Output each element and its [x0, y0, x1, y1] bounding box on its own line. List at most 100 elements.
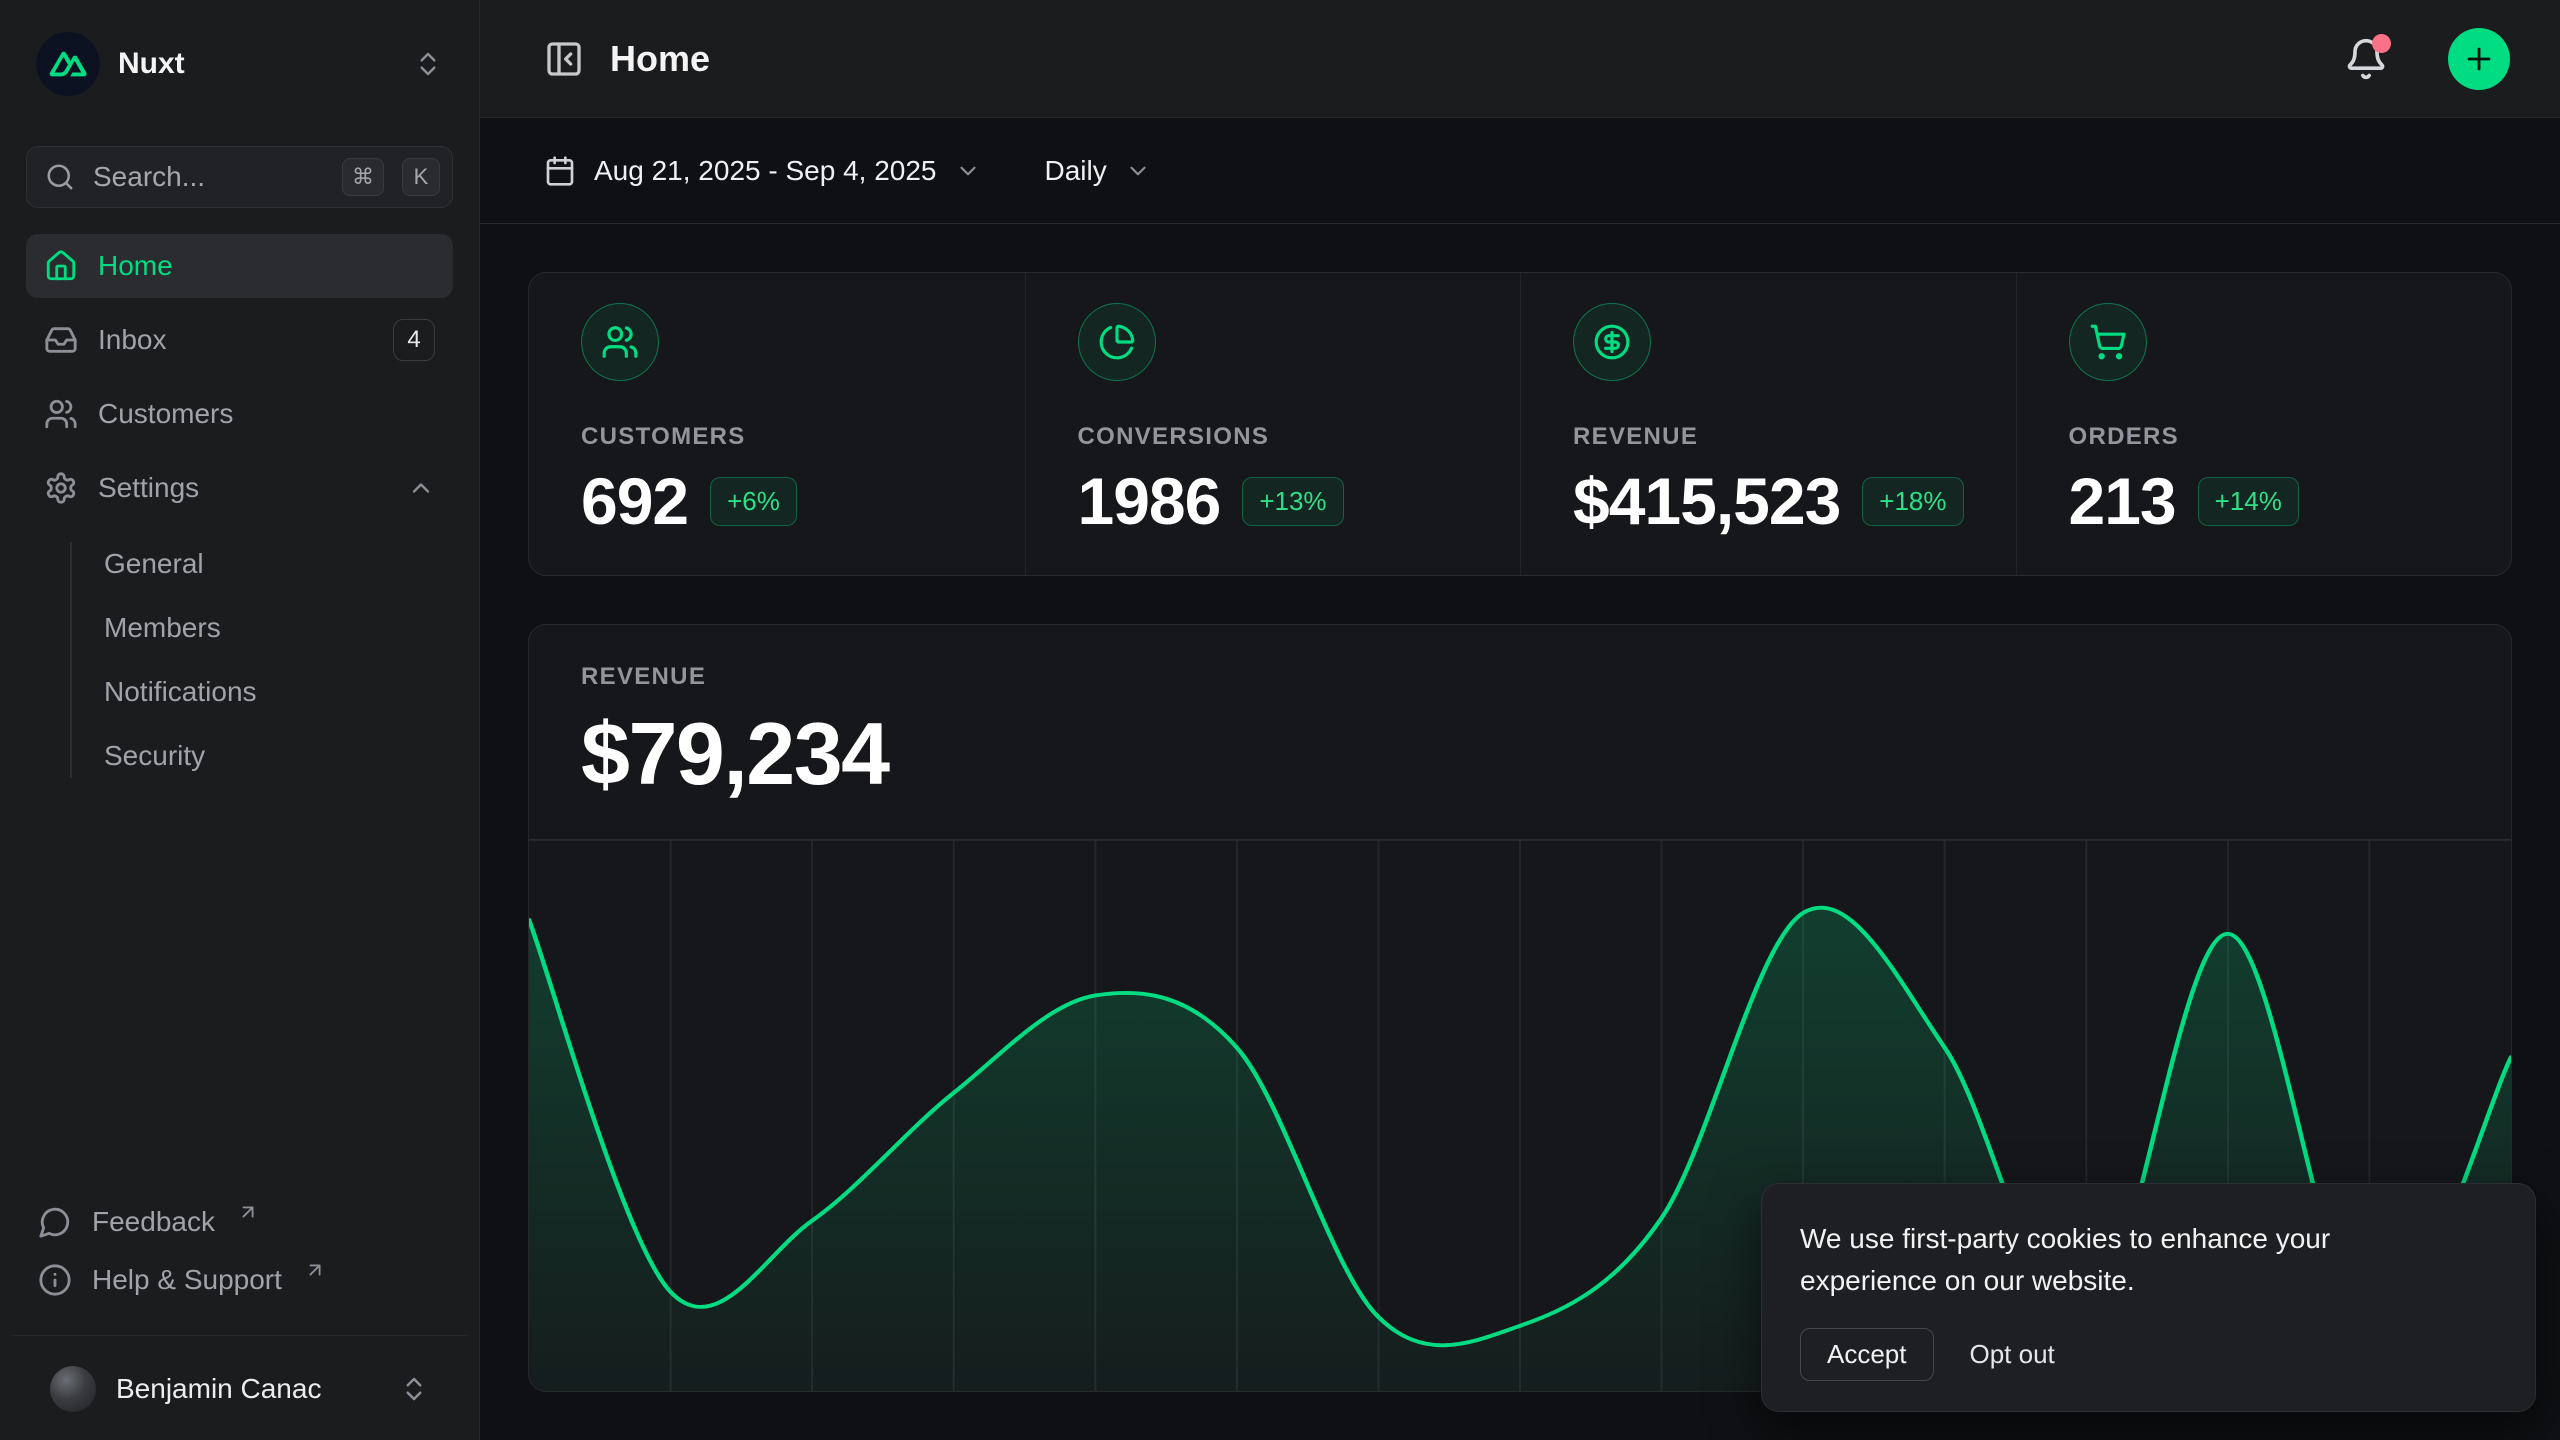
stat-value: $415,523 — [1573, 463, 1840, 539]
sidebar-item-label: Home — [98, 250, 173, 282]
revenue-panel-header: REVENUE $79,234 — [529, 625, 2511, 805]
gear-icon — [44, 471, 78, 505]
stat-value-row: 1986 +13% — [1078, 463, 1521, 539]
sidebar-subitem-security[interactable]: Security — [104, 724, 453, 788]
kbd-k: K — [402, 158, 440, 196]
stat-value: 213 — [2069, 463, 2176, 539]
sidebar-divider — [12, 1335, 467, 1336]
notification-dot — [2372, 34, 2391, 53]
stat-delta-badge: +18% — [1862, 477, 1963, 526]
inbox-icon — [44, 323, 78, 357]
page-title: Home — [610, 38, 2318, 80]
brand-name: Nuxt — [118, 47, 395, 81]
sidebar-item-label: Help & Support — [92, 1264, 282, 1296]
external-link-icon — [304, 1259, 326, 1281]
add-button[interactable] — [2448, 28, 2510, 90]
stat-delta-badge: +14% — [2198, 477, 2299, 526]
sidebar-subitem-general[interactable]: General — [104, 532, 453, 596]
chevron-down-icon — [1125, 158, 1151, 184]
sidebar: Nuxt Search... ⌘ K Home Inbox 4 Customers Se… — [0, 0, 480, 1440]
cookie-message-line2: experience on our website. — [1800, 1265, 2135, 1296]
users-circle-icon — [601, 323, 639, 361]
info-circle-icon — [38, 1263, 72, 1297]
stat-label: CUSTOMERS — [581, 423, 1025, 451]
toolbar: Aug 21, 2025 - Sep 4, 2025 Daily — [480, 118, 2560, 224]
stat-value: 692 — [581, 463, 688, 539]
chevron-up-icon — [407, 474, 435, 502]
sidebar-item-inbox[interactable]: Inbox 4 — [26, 308, 453, 372]
stat-value: 1986 — [1078, 463, 1221, 539]
stat-icon-badge — [1078, 303, 1156, 381]
stat-label: ORDERS — [2069, 423, 2512, 451]
user-name: Benjamin Canac — [116, 1373, 379, 1405]
date-range-label: Aug 21, 2025 - Sep 4, 2025 — [594, 155, 937, 187]
accept-button[interactable]: Accept — [1800, 1328, 1934, 1381]
plus-icon — [2462, 42, 2496, 76]
sidebar-item-label: Settings — [98, 472, 199, 504]
sidebar-footer: Feedback Help & Support Benjamin Canac — [26, 1193, 453, 1416]
kbd-cmd: ⌘ — [342, 158, 384, 196]
cookie-message: We use first-party cookies to enhance yo… — [1800, 1218, 2497, 1302]
sidebar-item-customers[interactable]: Customers — [26, 382, 453, 446]
date-range-picker[interactable]: Aug 21, 2025 - Sep 4, 2025 — [544, 155, 981, 187]
stat-icon-badge — [2069, 303, 2147, 381]
chevrons-up-down-icon — [413, 49, 443, 79]
stat-value-row: $415,523 +18% — [1573, 463, 2016, 539]
search-input[interactable]: Search... ⌘ K — [26, 146, 453, 208]
stat-value-row: 692 +6% — [581, 463, 1025, 539]
notifications-button[interactable] — [2344, 37, 2388, 81]
cart-icon — [2089, 323, 2127, 361]
sidebar-item-label: Feedback — [92, 1206, 215, 1238]
home-icon — [44, 249, 78, 283]
users-icon — [44, 397, 78, 431]
calendar-icon — [544, 155, 576, 187]
sidebar-subitem-members[interactable]: Members — [104, 596, 453, 660]
sidebar-item-label: Customers — [98, 398, 233, 430]
user-avatar — [50, 1366, 96, 1412]
count-badge: 4 — [393, 319, 435, 361]
user-menu[interactable]: Benjamin Canac — [38, 1342, 441, 1416]
cookie-actions: Accept Opt out — [1800, 1328, 2497, 1381]
revenue-panel-value: $79,234 — [581, 703, 2459, 805]
stat-label: CONVERSIONS — [1078, 423, 1521, 451]
stat-card-orders: ORDERS 213 +14% — [2016, 273, 2512, 575]
sidebar-subnav: GeneralMembersNotificationsSecurity — [26, 532, 453, 788]
external-link-icon — [237, 1201, 259, 1223]
search-icon — [45, 162, 75, 192]
search-placeholder: Search... — [93, 161, 324, 193]
panel-left-close-icon[interactable] — [544, 39, 584, 79]
stat-label: REVENUE — [1573, 423, 2016, 451]
stat-value-row: 213 +14% — [2069, 463, 2512, 539]
stat-card-conversions: CONVERSIONS 1986 +13% — [1025, 273, 1521, 575]
stat-delta-badge: +13% — [1242, 477, 1343, 526]
granularity-select[interactable]: Daily — [1045, 155, 1151, 187]
sidebar-subitem-notifications[interactable]: Notifications — [104, 660, 453, 724]
chat-bubble-icon — [38, 1205, 72, 1239]
stat-icon-badge — [581, 303, 659, 381]
nuxt-logo-icon — [36, 32, 100, 96]
cookie-message-line1: We use first-party cookies to enhance yo… — [1800, 1223, 2330, 1254]
cookie-consent-toast: We use first-party cookies to enhance yo… — [1761, 1183, 2536, 1412]
stat-card-customers: CUSTOMERS 692 +6% — [529, 273, 1025, 575]
sidebar-item-home[interactable]: Home — [26, 234, 453, 298]
workspace-switcher[interactable]: Nuxt — [26, 28, 453, 100]
stats-row: CUSTOMERS 692 +6% CONVERSIONS 1986 +13% REVENU… — [528, 272, 2512, 576]
app: Nuxt Search... ⌘ K Home Inbox 4 Customers Se… — [0, 0, 2560, 1440]
sidebar-item-settings[interactable]: Settings — [26, 456, 453, 520]
sidebar-item-help-support[interactable]: Help & Support — [38, 1251, 441, 1309]
stat-delta-badge: +6% — [710, 477, 797, 526]
sidebar-item-label: Inbox — [98, 324, 167, 356]
page-header: Home — [480, 0, 2560, 118]
sidebar-item-feedback[interactable]: Feedback — [38, 1193, 441, 1251]
revenue-panel-label: REVENUE — [581, 663, 2459, 691]
stat-card-revenue: REVENUE $415,523 +18% — [1520, 273, 2016, 575]
pie-chart-icon — [1098, 323, 1136, 361]
chevrons-up-down-icon — [399, 1374, 429, 1404]
stat-icon-badge — [1573, 303, 1651, 381]
main-area: Home Aug 21, 2025 - Sep 4, 2025 Daily CU… — [480, 0, 2560, 1440]
dollar-circle-icon — [1593, 323, 1631, 361]
granularity-label: Daily — [1045, 155, 1107, 187]
sidebar-nav: Home Inbox 4 Customers Settings GeneralMember… — [26, 234, 453, 790]
opt-out-button[interactable]: Opt out — [1970, 1339, 2055, 1370]
chevron-down-icon — [955, 158, 981, 184]
